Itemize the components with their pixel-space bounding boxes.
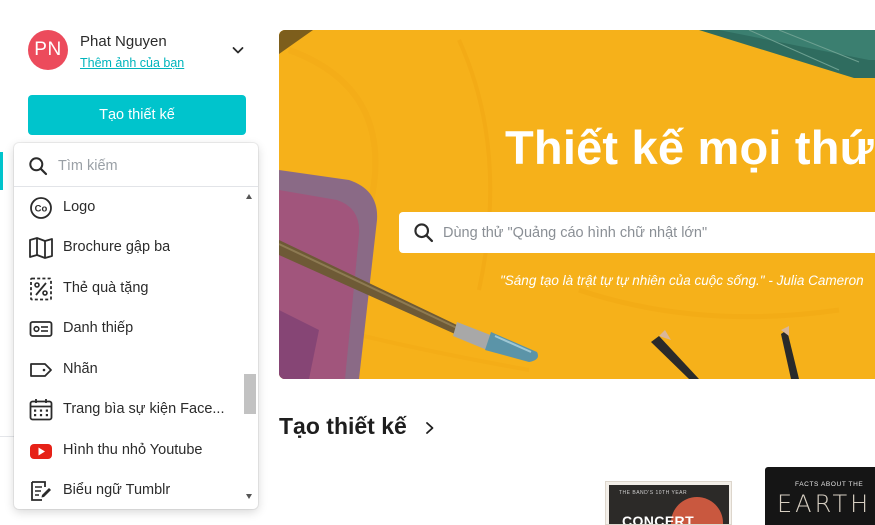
hero-background-image — [279, 30, 875, 379]
hero-banner: Thiết kế mọi thứ "Sáng tạo là trật tự tự… — [279, 30, 875, 379]
template-subtitle: FACTS ABOUT THE — [795, 481, 864, 488]
user-profile[interactable]: PN Phat Nguyen Thêm ảnh của bạn — [28, 30, 250, 74]
dropdown-item-gift-card[interactable]: Thẻ quà tặng — [14, 269, 242, 309]
hero-title: Thiết kế mọi thứ — [505, 121, 874, 174]
dropdown-item-facebook-event-cover[interactable]: Trang bìa sự kiện Face... — [14, 390, 242, 430]
dropdown-item-label: Nhãn — [63, 361, 98, 377]
hero-search-input[interactable] — [443, 222, 873, 243]
design-type-list: Co Logo Brochure gập ba Thẻ quà tặng Dan… — [14, 188, 242, 509]
section-title[interactable]: Tạo thiết kế — [279, 413, 407, 440]
map-fold-icon — [29, 237, 53, 259]
hero-search-box[interactable] — [399, 212, 875, 253]
chevron-down-icon[interactable] — [230, 42, 246, 58]
dropdown-item-tumblr-banner[interactable]: Biểu ngữ Tumblr — [14, 471, 242, 509]
logo-co-icon: Co — [30, 197, 52, 219]
label-tag-icon — [30, 363, 52, 377]
add-photo-link[interactable]: Thêm ảnh của bạn — [80, 56, 184, 70]
design-type-dropdown: Co Logo Brochure gập ba — [14, 143, 258, 509]
active-nav-indicator — [0, 152, 3, 190]
hero-quote: "Sáng tạo là trật tự tự nhiên của cuộc s… — [500, 273, 864, 288]
divider — [0, 436, 14, 437]
user-name: Phat Nguyen — [80, 33, 167, 50]
gift-card-percent-icon — [30, 277, 52, 301]
scroll-up-arrow-icon[interactable] — [246, 194, 252, 199]
dropdown-search[interactable] — [14, 143, 258, 187]
youtube-icon — [30, 444, 52, 459]
dropdown-item-label: Brochure gập ba — [63, 239, 171, 255]
scroll-down-arrow-icon[interactable] — [246, 494, 252, 499]
dropdown-item-youtube-thumbnail[interactable]: Hình thu nhỏ Youtube — [14, 431, 242, 471]
calendar-icon — [29, 399, 53, 421]
dropdown-item-label: Thẻ quà tặng — [63, 280, 149, 296]
business-card-icon — [29, 321, 53, 337]
canva-home-page: PN Phat Nguyen Thêm ảnh của bạn Tạo thiế… — [0, 0, 875, 525]
dropdown-item-logo[interactable]: Co Logo — [14, 188, 242, 228]
template-thumbnail-concert[interactable]: THE BAND'S 10TH YEAR CONCERT — [605, 481, 732, 525]
svg-text:Co: Co — [35, 204, 48, 215]
dropdown-item-label: Hình thu nhỏ Youtube — [63, 442, 203, 458]
dropdown-item-label: Trang bìa sự kiện Face... — [63, 401, 225, 417]
dropdown-scrollbar[interactable] — [242, 188, 258, 509]
template-title: CONCERT — [622, 513, 695, 525]
avatar[interactable]: PN — [28, 30, 68, 70]
create-design-button[interactable]: Tạo thiết kế — [28, 95, 246, 135]
search-icon — [29, 157, 48, 176]
template-thumbnail-earth[interactable]: FACTS ABOUT THE EARTH — [765, 467, 875, 525]
template-preview: THE BAND'S 10TH YEAR CONCERT — [609, 485, 729, 525]
dropdown-item-label: Logo — [63, 199, 96, 215]
chevron-right-icon[interactable] — [423, 420, 437, 436]
dropdown-item-brochure[interactable]: Brochure gập ba — [14, 228, 242, 268]
dropdown-item-label-tag[interactable]: Nhãn — [14, 350, 242, 390]
edit-document-icon — [31, 481, 51, 501]
dropdown-search-input[interactable] — [58, 155, 243, 177]
search-icon — [414, 223, 434, 243]
dropdown-item-label: Danh thiếp — [63, 320, 134, 336]
dropdown-item-label: Biểu ngữ Tumblr — [63, 482, 171, 498]
template-title: EARTH — [777, 490, 872, 518]
dropdown-item-business-card[interactable]: Danh thiếp — [14, 309, 242, 349]
scrollbar-thumb[interactable] — [244, 374, 256, 414]
template-subtitle: THE BAND'S 10TH YEAR — [619, 490, 688, 496]
